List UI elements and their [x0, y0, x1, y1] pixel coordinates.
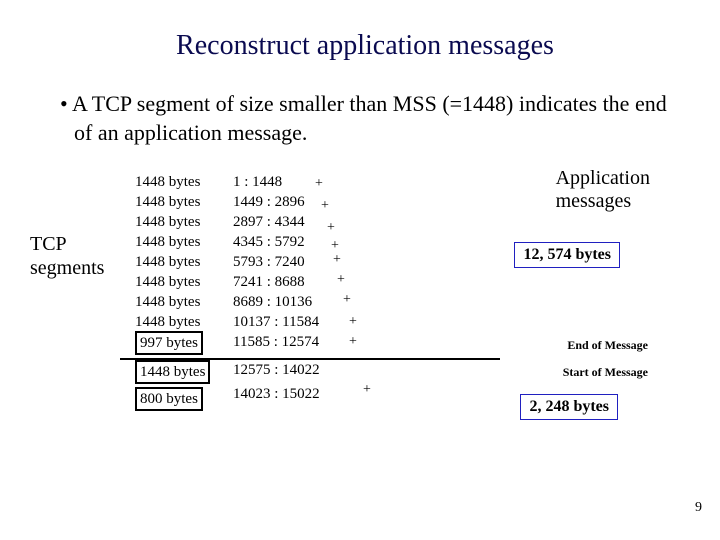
seg-0: 1448 bytes	[135, 172, 210, 192]
application-messages-label: Application messages	[556, 167, 650, 213]
range-3: 4345 : 5792	[233, 234, 305, 250]
diagram-area: TCP segments 1448 bytes 1448 bytes 1448 …	[50, 172, 680, 452]
plus-icon: +	[363, 380, 371, 400]
range-1: 1449 : 2896	[233, 194, 305, 210]
bullet-text: A TCP segment of size smaller than MSS (…	[50, 90, 680, 147]
seg-1: 1448 bytes	[135, 192, 210, 212]
range-2: 2897 : 4344	[233, 214, 305, 230]
plus-icon: +	[321, 196, 329, 216]
seg-2: 1448 bytes	[135, 212, 210, 232]
segment-sizes-column: 1448 bytes 1448 bytes 1448 bytes 1448 by…	[135, 172, 210, 411]
tcp-label-line1: TCP	[30, 233, 67, 255]
plus-icon: +	[333, 250, 341, 270]
app-label-line1: Application	[556, 167, 650, 189]
seg-6: 1448 bytes	[135, 292, 210, 312]
range-8: 11585 : 12574	[233, 334, 319, 350]
slide-title: Reconstruct application messages	[50, 30, 680, 62]
seg-7: 1448 bytes	[135, 312, 210, 332]
end-of-message-label: End of Message	[567, 338, 648, 353]
range-7: 10137 : 11584	[233, 314, 319, 330]
plus-icon: +	[343, 290, 351, 310]
plus-icon: +	[337, 270, 345, 290]
app-label-line2: messages	[556, 190, 632, 212]
range-5: 7241 : 8688	[233, 274, 305, 290]
plus-icon: +	[349, 332, 357, 352]
seg-4: 1448 bytes	[135, 252, 210, 272]
page-number: 9	[695, 500, 702, 516]
seg-10-end-marker: 800 bytes	[135, 387, 203, 411]
plus-icon: +	[327, 218, 335, 238]
range-0: 1 : 1448	[233, 174, 282, 190]
message-2-size-box: 2, 248 bytes	[520, 394, 618, 420]
message-divider-line	[120, 358, 500, 360]
range-9: 12575 : 14022	[233, 362, 320, 378]
seg-3: 1448 bytes	[135, 232, 210, 252]
start-of-message-label: Start of Message	[563, 365, 648, 380]
range-6: 8689 : 10136	[233, 294, 312, 310]
seg-9-start-marker: 1448 bytes	[135, 360, 210, 384]
range-4: 5793 : 7240	[233, 254, 305, 270]
plus-icon: +	[349, 312, 357, 332]
byte-ranges-column: 1 : 1448+ 1449 : 2896+ 2897 : 4344+ 4345…	[233, 172, 320, 404]
message-1-size-box: 12, 574 bytes	[514, 242, 620, 268]
tcp-segments-label: TCP segments	[30, 232, 104, 280]
tcp-label-line2: segments	[30, 257, 104, 279]
plus-icon: +	[315, 174, 323, 194]
seg-8-end-marker: 997 bytes	[135, 331, 203, 355]
range-10: 14023 : 15022	[233, 386, 320, 402]
seg-5: 1448 bytes	[135, 272, 210, 292]
